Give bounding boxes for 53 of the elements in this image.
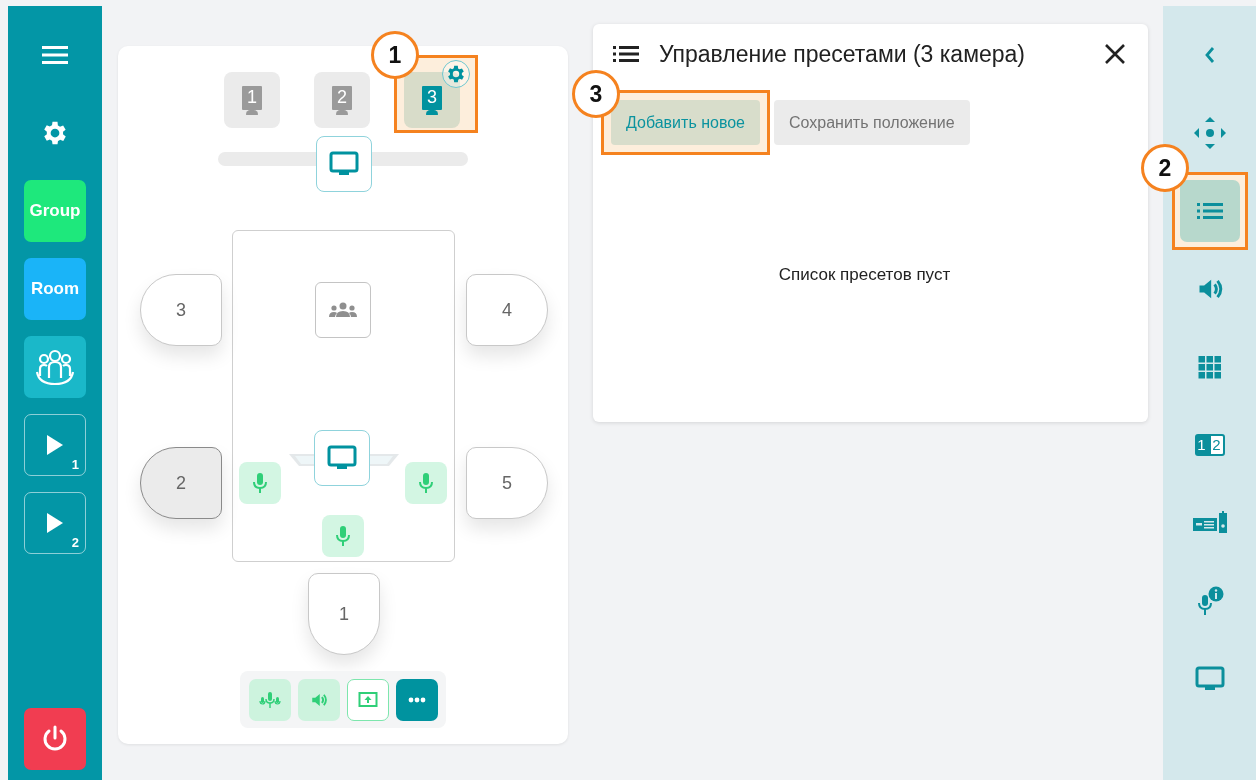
close-icon bbox=[1104, 43, 1126, 65]
speaker-button[interactable] bbox=[297, 678, 340, 721]
seat-button[interactable]: 5 bbox=[466, 447, 548, 519]
participants-button[interactable] bbox=[24, 336, 86, 398]
device-icon bbox=[1192, 511, 1227, 535]
seat-button[interactable]: 2 bbox=[140, 447, 222, 519]
share-screen-icon bbox=[357, 690, 378, 709]
microphone-button[interactable] bbox=[239, 462, 281, 504]
share-screen-button[interactable] bbox=[346, 678, 389, 721]
microphone-button[interactable] bbox=[405, 462, 447, 504]
presets-button[interactable] bbox=[1179, 180, 1240, 242]
play-button[interactable]: 2 bbox=[24, 492, 86, 554]
people-icon bbox=[34, 348, 76, 386]
more-button[interactable] bbox=[395, 678, 438, 721]
more-icon bbox=[407, 696, 426, 703]
camera-button[interactable]: 3 bbox=[404, 72, 460, 128]
list-icon bbox=[1196, 202, 1223, 220]
move-icon bbox=[1192, 116, 1227, 150]
microphone-info-icon bbox=[1195, 586, 1224, 616]
step-marker: 3 bbox=[572, 70, 620, 118]
seat-button[interactable]: 3 bbox=[140, 274, 222, 346]
chevron-left-icon bbox=[1203, 46, 1216, 64]
microphone-icon bbox=[419, 472, 433, 494]
seat-button[interactable]: 1 bbox=[308, 573, 380, 655]
play-icon bbox=[46, 434, 64, 456]
empty-message: Список пресетов пуст bbox=[777, 265, 952, 285]
add-button[interactable]: Добавить новое bbox=[611, 100, 760, 145]
people-icon bbox=[328, 302, 358, 318]
microphones-button[interactable] bbox=[248, 678, 291, 721]
play-icon bbox=[46, 512, 64, 534]
menu-icon bbox=[42, 45, 68, 65]
mode-button[interactable]: Room bbox=[24, 258, 86, 320]
display-button[interactable] bbox=[314, 430, 370, 486]
camera-button[interactable]: 1 bbox=[224, 72, 280, 128]
list-icon bbox=[613, 45, 639, 63]
microphone-icon bbox=[336, 525, 350, 547]
display-button[interactable] bbox=[316, 136, 372, 192]
camera-button[interactable]: 2 bbox=[314, 72, 370, 128]
power-button[interactable] bbox=[24, 708, 86, 770]
seat-button[interactable]: 4 bbox=[466, 274, 548, 346]
microphones-icon bbox=[258, 690, 281, 709]
monitor-icon bbox=[1194, 666, 1225, 692]
save-button[interactable]: Сохранить положение bbox=[774, 100, 970, 145]
layout-button[interactable]: 1 2 bbox=[1185, 421, 1234, 469]
panel-title: Управление пресетами (3 камера) bbox=[659, 40, 1025, 68]
microphone-icon bbox=[253, 472, 267, 494]
microphone-button[interactable] bbox=[322, 515, 364, 557]
monitor-icon bbox=[327, 445, 357, 471]
grid-icon bbox=[1197, 355, 1222, 379]
participants-button[interactable] bbox=[315, 282, 371, 338]
play-button[interactable]: 1 bbox=[24, 414, 86, 476]
monitor-icon bbox=[329, 151, 359, 177]
step-marker: 1 bbox=[371, 31, 419, 79]
